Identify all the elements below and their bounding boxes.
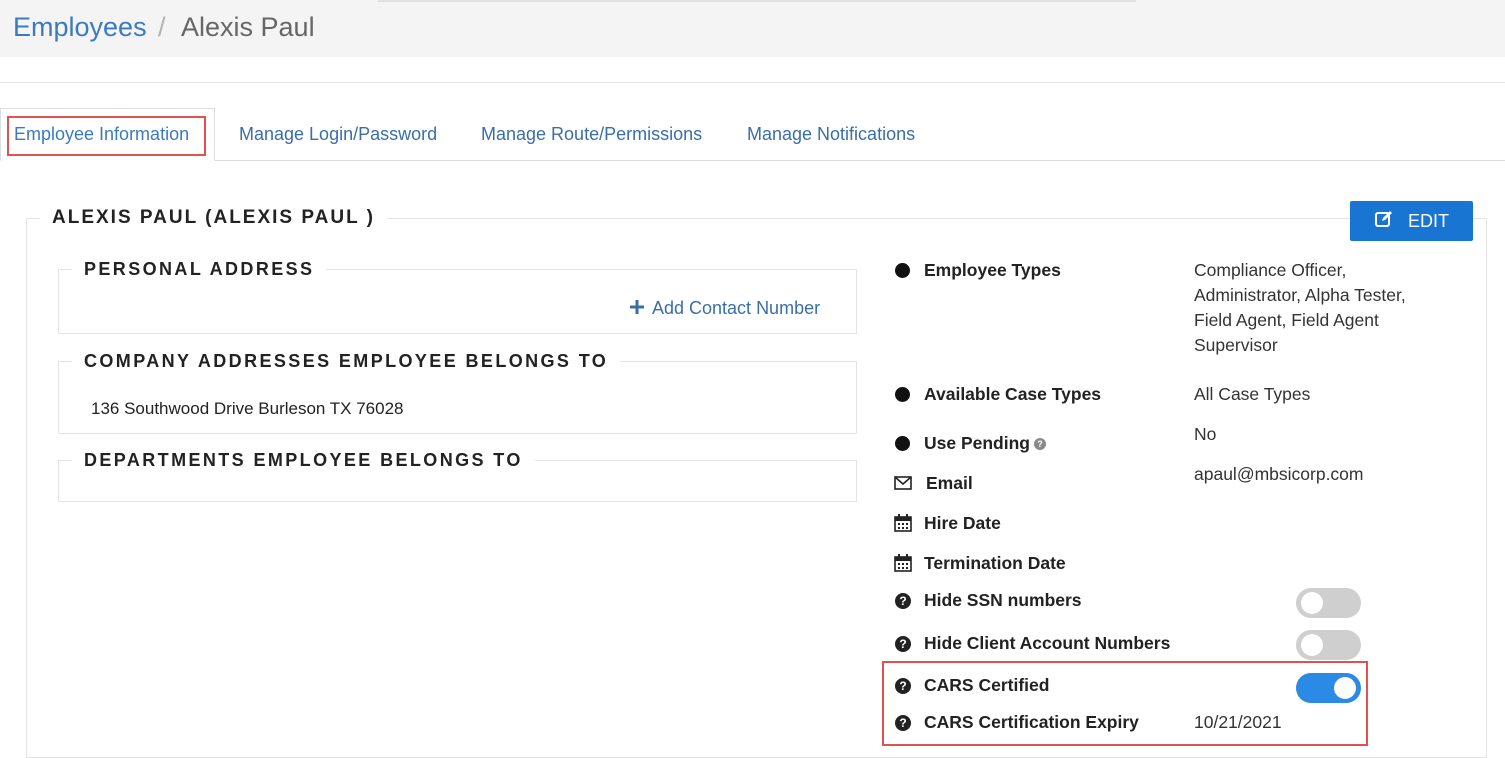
hide-ssn-label: Hide SSN numbers [924,590,1082,610]
personal-address-title: PERSONAL ADDRESS [72,259,327,280]
toggle-knob [1301,634,1323,656]
employee-types-value: Compliance Officer, Administrator, Alpha… [1194,258,1406,358]
edit-button-label: EDIT [1407,210,1449,231]
question-circle-icon[interactable]: ? [895,593,911,609]
hide-client-account-numbers-label: Hide Client Account Numbers [924,633,1171,653]
employee-type-line: Field Agent, Field Agent [1194,310,1379,330]
company-addresses-title: COMPANY ADDRESSES EMPLOYEE BELONGS TO [72,351,621,372]
available-case-types-value: All Case Types [1194,384,1311,404]
email-label: Email [926,473,973,493]
employee-type-line: Administrator, Alpha Tester, [1194,285,1406,305]
bullet-dot-icon [895,263,910,278]
use-pending-label-text: Use Pending [924,433,1030,453]
employee-type-line: Compliance Officer, [1194,260,1347,280]
breadcrumb-separator: / [158,12,166,42]
hire-date-label: Hire Date [924,513,1001,533]
bullet-dot-icon [895,387,910,402]
envelope-icon [894,476,912,494]
question-circle-icon[interactable]: ? [895,636,911,652]
tabs-divider [0,160,1505,161]
hide-client-account-numbers-toggle[interactable] [1296,630,1361,660]
employee-name-heading: ALEXIS PAUL (ALEXIS PAUL ) [40,207,387,229]
header-rule [0,82,1505,83]
tab-manage-route-permissions[interactable]: Manage Route/Permissions [481,124,702,145]
bullet-dot-icon [895,436,910,451]
edit-button[interactable]: EDIT [1350,201,1473,241]
departments-title: DEPARTMENTS EMPLOYEE BELONGS TO [72,450,535,471]
breadcrumb-employees-link[interactable]: Employees [13,12,147,43]
use-pending-value: No [1194,424,1217,444]
edit-icon [1374,209,1394,234]
tab-manage-login-password[interactable]: Manage Login/Password [239,124,437,145]
employee-types-label: Employee Types [924,260,1061,280]
employee-type-line: Supervisor [1194,335,1278,355]
header-divider [378,0,1136,2]
termination-date-label: Termination Date [924,553,1066,573]
tab-highlight-box [7,116,206,156]
use-pending-label: Use Pending? [924,433,1046,454]
breadcrumb-current: Alexis Paul [181,12,315,42]
calendar-icon [894,554,912,572]
add-contact-number-link[interactable]: Add Contact Number [630,298,820,319]
plus-icon [630,298,644,319]
hide-ssn-toggle[interactable] [1296,588,1361,618]
toggle-knob [1301,592,1323,614]
cars-highlight-box [882,661,1368,746]
company-address: 136 Southwood Drive Burleson TX 76028 [91,399,404,418]
calendar-icon [894,514,912,532]
add-contact-number-label: Add Contact Number [652,298,821,318]
question-circle-icon[interactable]: ? [1034,438,1046,451]
available-case-types-label: Available Case Types [924,384,1102,404]
email-value: apaul@mbsicorp.com [1194,464,1364,484]
tab-manage-notifications[interactable]: Manage Notifications [747,124,915,145]
